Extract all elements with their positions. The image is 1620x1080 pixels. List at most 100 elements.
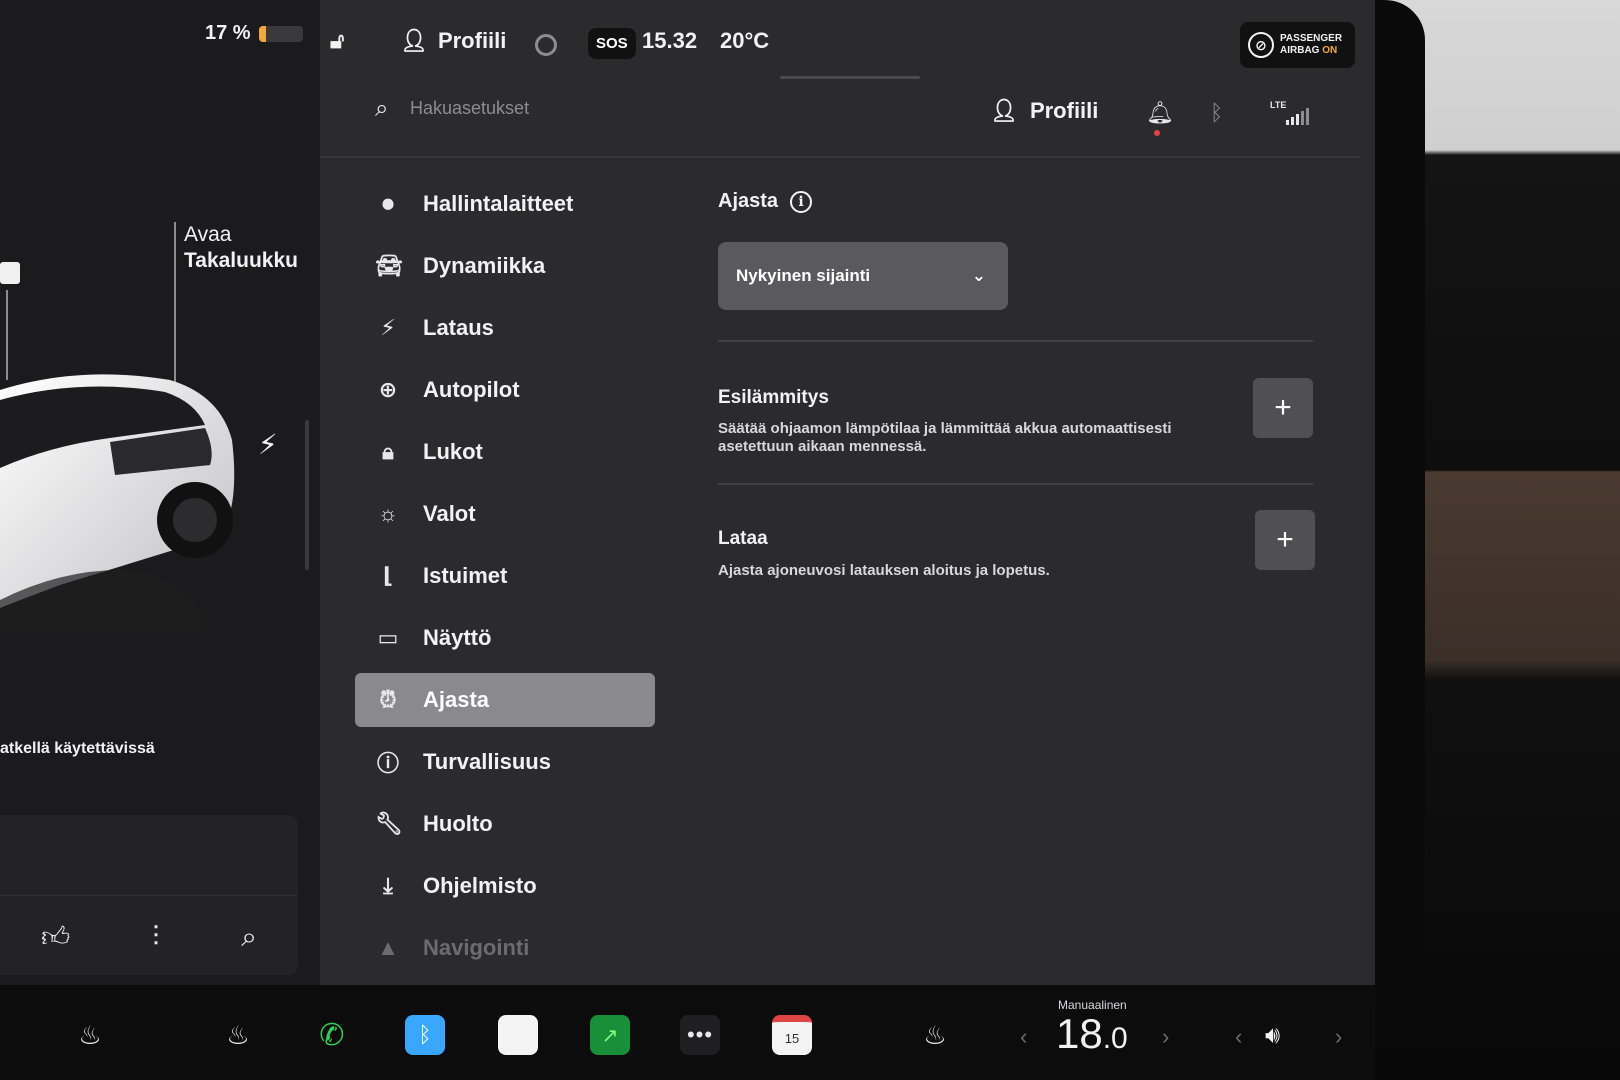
car-model-icon bbox=[0, 374, 235, 630]
seat-heater-icon[interactable]: ♨︎ bbox=[915, 1015, 955, 1055]
sidebar-item-näyttö[interactable]: ▭ Näyttö bbox=[355, 611, 655, 665]
wrench-icon: 🔧︎ bbox=[375, 811, 403, 836]
add-preheat-button[interactable]: + bbox=[1253, 378, 1313, 438]
sidebar-item-dynamiikka[interactable]: 🚘︎ Dynamiikka bbox=[355, 239, 655, 293]
bluetooth-icon[interactable]: ᛒ bbox=[1210, 100, 1223, 126]
alarm-clock-icon: ⏰︎ bbox=[379, 687, 397, 712]
sidebar-item-label: Ajasta bbox=[423, 687, 490, 712]
car-panel-scrollbar[interactable] bbox=[305, 420, 309, 570]
camera-ring-icon[interactable] bbox=[535, 34, 557, 56]
trunk-label-line2: Takaluukku bbox=[184, 249, 298, 272]
sos-button[interactable]: SOS bbox=[588, 28, 636, 59]
navigation-icon: ▲ bbox=[377, 935, 399, 960]
sidebar-item-label: Dynamiikka bbox=[423, 253, 546, 278]
battery-bar bbox=[258, 25, 303, 42]
status-bar: 🔓︎ 👤︎ Profiili SOS 15.32 20°C bbox=[320, 14, 1355, 76]
airbag-line1: PASSENGER bbox=[1280, 33, 1343, 44]
stocks-app-icon[interactable]: ↗ bbox=[590, 1015, 630, 1055]
cabin-temperature[interactable]: 18.0 bbox=[1056, 1010, 1128, 1058]
thumbs-up-icon[interactable]: 👍︎ bbox=[41, 920, 70, 954]
sidebar-item-lukot[interactable]: 🔒︎ Lukot bbox=[355, 425, 655, 479]
volume-down-chevron-icon[interactable]: ‹ bbox=[1235, 1024, 1242, 1050]
outside-temperature: 20°C bbox=[720, 28, 770, 53]
panel-grabber[interactable] bbox=[780, 76, 920, 79]
display-icon: ▭ bbox=[377, 625, 399, 650]
temp-dec: .0 bbox=[1102, 1022, 1128, 1055]
sidebar-item-ohjelmisto[interactable]: ⤓ Ohjelmisto bbox=[355, 859, 655, 913]
bell-icon[interactable]: 🔔︎ bbox=[1146, 100, 1174, 126]
section-divider bbox=[718, 340, 1313, 342]
sidebar-item-hallintalaitteet[interactable]: ⏺ Hallintalaitteet bbox=[355, 180, 655, 231]
sidebar-item-huolto[interactable]: 🔧︎ Huolto bbox=[355, 797, 655, 851]
sidebar-item-navigointi[interactable]: ▲ Navigointi bbox=[355, 921, 655, 975]
status-profile-label: Profiili bbox=[437, 28, 507, 53]
trunk-label-line1: Avaa bbox=[184, 223, 232, 246]
location-select[interactable]: Nykyinen sijainti ⌄ bbox=[718, 242, 1008, 310]
temp-down-chevron-icon[interactable]: ‹ bbox=[1020, 1024, 1027, 1050]
sidebar-item-label: Näyttö bbox=[423, 625, 492, 650]
volume-up-chevron-icon[interactable]: › bbox=[1335, 1024, 1342, 1050]
unlock-icon[interactable]: 🔓︎ bbox=[330, 28, 344, 54]
temp-int: 18 bbox=[1056, 1010, 1103, 1057]
sidebar-item-label: Valot bbox=[423, 501, 476, 526]
sidebar-item-label: Navigointi bbox=[423, 935, 530, 960]
sidebar-item-label: Turvallisuus bbox=[423, 749, 551, 774]
car-panel: 17 % Avaa Takaluukku ⚡︎ atkellä käytettä… bbox=[0, 0, 320, 1000]
seat-icon: ⌊ bbox=[382, 563, 394, 588]
sidebar-item-label: Lataus bbox=[423, 315, 494, 340]
ring-shape bbox=[535, 34, 557, 56]
airbag-line2: AIRBAG bbox=[1280, 45, 1320, 56]
schedule-content: Ajasta i Nykyinen sijainti ⌄ Esilämmitys… bbox=[718, 190, 1318, 579]
sidebar-item-turvallisuus[interactable]: ⓘ Turvallisuus bbox=[355, 735, 655, 789]
more-apps-icon[interactable]: ••• bbox=[680, 1015, 720, 1055]
media-card-divider bbox=[0, 895, 298, 896]
sidebar-item-label: Huolto bbox=[423, 811, 493, 836]
search-input[interactable] bbox=[410, 90, 810, 126]
sidebar-item-valot[interactable]: ☼ Valot bbox=[355, 487, 655, 541]
battery-indicator: 17 % bbox=[205, 22, 303, 45]
volume-icon[interactable]: 🔊︎ bbox=[1265, 1022, 1280, 1050]
temp-up-chevron-icon[interactable]: › bbox=[1162, 1024, 1169, 1050]
location-select-value: Nykyinen sijainti bbox=[736, 266, 871, 285]
notes-app-icon[interactable] bbox=[498, 1015, 538, 1055]
settings-header: ⌕ 👤︎ Profiili 🔔︎ ᛒ LTE bbox=[320, 82, 1360, 158]
add-charge-schedule-button[interactable]: + bbox=[1255, 510, 1315, 570]
rear-defrost-seat-heat-icon[interactable]: ♨︎ bbox=[70, 1015, 110, 1055]
clock: 15.32 bbox=[642, 28, 698, 53]
steering-heat-icon[interactable]: ♨︎ bbox=[218, 1015, 258, 1055]
open-trunk-button[interactable]: Avaa Takaluukku bbox=[184, 222, 298, 274]
passenger-airbag-indicator: ⊘ PASSENGER AIRBAG ON bbox=[1240, 22, 1355, 68]
sidebar-item-label: Autopilot bbox=[423, 377, 520, 402]
frunk-lock-icon[interactable] bbox=[0, 262, 20, 284]
calendar-app-icon[interactable]: 15 bbox=[772, 1015, 812, 1055]
sun-icon: ☼ bbox=[377, 501, 399, 526]
sidebar-item-label: Lukot bbox=[423, 439, 483, 464]
battery-fill bbox=[258, 25, 267, 42]
status-profile-button[interactable]: 👤︎ Profiili bbox=[400, 28, 506, 54]
sidebar-item-autopilot[interactable]: ⊕ Autopilot bbox=[355, 363, 655, 417]
user-icon: 👤︎ bbox=[990, 98, 1018, 123]
bluetooth-app-icon[interactable]: ᛒ bbox=[405, 1015, 445, 1055]
user-icon: 👤︎ bbox=[400, 28, 428, 53]
equalizer-icon[interactable]: ⫶ bbox=[152, 921, 159, 954]
charge-title: Lataa bbox=[718, 528, 768, 549]
media-controls: 👍︎ ⫶ ⌕ bbox=[0, 920, 298, 954]
search-icon[interactable]: ⌕ bbox=[375, 95, 388, 123]
airbag-icon: ⊘ bbox=[1248, 32, 1274, 58]
media-search-icon[interactable]: ⌕ bbox=[241, 921, 257, 954]
section-divider bbox=[718, 483, 1313, 485]
frunk-pointer-line bbox=[6, 290, 8, 380]
info-icon[interactable]: i bbox=[790, 190, 813, 213]
download-icon: ⤓ bbox=[383, 873, 393, 898]
sidebar-item-label: Ohjelmisto bbox=[423, 873, 537, 898]
plus-icon: + bbox=[1276, 523, 1294, 556]
toggle-icon: ⏺ bbox=[382, 191, 394, 216]
lock-icon: 🔒︎ bbox=[382, 439, 394, 464]
header-profile-button[interactable]: 👤︎ Profiili bbox=[990, 98, 1098, 124]
sidebar-item-istuimet[interactable]: ⌊ Istuimet bbox=[355, 549, 655, 603]
phone-icon[interactable]: ✆ bbox=[312, 1015, 352, 1055]
sidebar-item-lataus[interactable]: ⚡︎ Lataus bbox=[355, 301, 655, 355]
alert-circle-icon: ⓘ bbox=[376, 751, 399, 776]
sidebar-item-ajasta[interactable]: ⏰︎ Ajasta bbox=[355, 673, 655, 727]
charging-bolt-icon: ⚡︎ bbox=[258, 429, 278, 460]
